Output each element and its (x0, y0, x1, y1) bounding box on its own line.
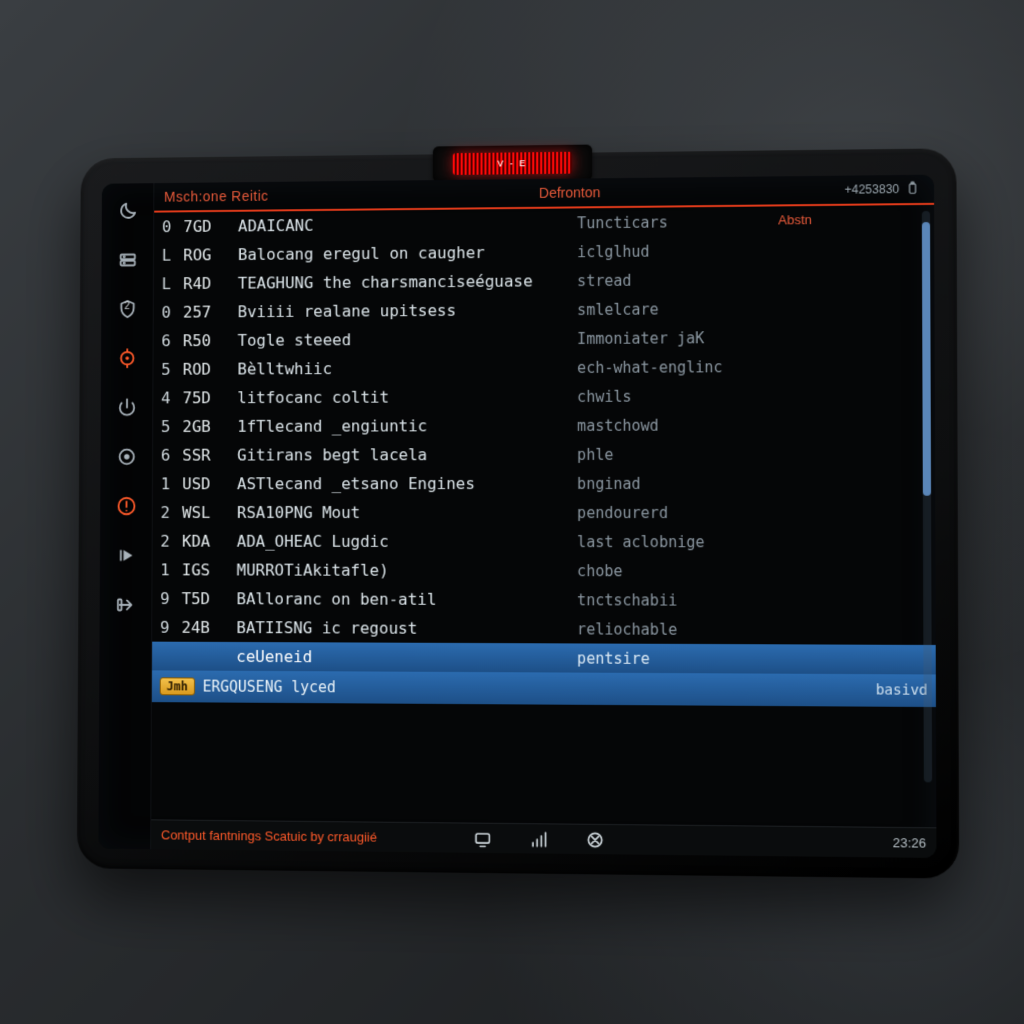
list-item[interactable]: 2WSLRSA10PNG Moutpendourerd (153, 498, 936, 527)
main-panel: Msch:one Reitic Defronton +4253830 Abstn… (151, 175, 936, 858)
list-item[interactable]: 2KDAADA_OHEAC Lugdiclast aclobnige (153, 527, 936, 557)
list-item[interactable]: 52GB1fTlecand _engiunticmastchowd (153, 410, 935, 441)
list-item[interactable]: 924BBATIISNG ic regoustreliochable (152, 613, 936, 645)
selected-label: ceUeneid (236, 647, 577, 668)
panel-title: Msch:one Reitic (164, 188, 269, 205)
power-icon[interactable] (113, 394, 140, 422)
list-item[interactable]: 5RODBèlltwhiicech-what-englinc (153, 351, 934, 384)
status-text: Contput fantnings Scatuic by crraugiié (161, 827, 377, 844)
disk-icon[interactable] (114, 246, 141, 274)
sidebar: 2 (98, 183, 154, 849)
warning-icon[interactable] (112, 492, 139, 520)
bottom-nav (473, 828, 606, 850)
list-item[interactable]: 475Dlitfocanc coltitchwils (153, 380, 935, 412)
active-task-row[interactable]: Jmh ERGQUSENG lyced basivd (152, 670, 936, 707)
top-led-housing: V - E (433, 145, 592, 183)
moon-icon[interactable] (114, 197, 141, 225)
cancel-icon[interactable] (585, 829, 605, 849)
shield-badge-count: 2 (124, 301, 129, 312)
record-icon[interactable] (113, 443, 140, 471)
list-item[interactable]: 6SSRGitirans begt lacelaphle (153, 439, 935, 469)
list-item[interactable]: 1IGSMURROTiAkitafle)chobe (152, 555, 935, 586)
list-item-selected[interactable]: ceUeneid pentsire (152, 642, 936, 675)
infotainment-device: V - E 2 (77, 148, 959, 878)
target-icon[interactable] (113, 344, 140, 372)
battery-icon (905, 180, 919, 197)
active-task-def: basivd (876, 682, 928, 699)
list-item[interactable]: 0257Bviiii realane upitsesssmlelcare (154, 293, 935, 327)
screen: 2 Msch:one Re (98, 175, 936, 858)
clock: 23:26 (893, 835, 927, 851)
skip-icon[interactable] (112, 542, 139, 570)
screen-icon[interactable] (473, 828, 493, 848)
list-item[interactable]: 6R50Togle steeedImmoniater jaK (154, 322, 935, 355)
active-task-title: ERGQUSENG lyced (202, 678, 335, 697)
scrollbar-thumb[interactable] (922, 222, 931, 495)
selected-def: pentsire (577, 649, 913, 669)
signal-icon[interactable] (529, 829, 549, 849)
definition-header: Defronton (539, 184, 600, 201)
share-icon[interactable] (112, 591, 139, 619)
list-item[interactable]: 1USDASTlecand _etsano Enginesbnginad (153, 468, 935, 498)
list-item[interactable]: 9T5DBAlloranc on ben-atiltnctschabii (152, 584, 935, 615)
code-list[interactable]: 07GDADAICANCTuncticars LROGBalocang ereg… (151, 205, 936, 827)
shield-icon[interactable]: 2 (113, 295, 140, 323)
top-led-display: V - E (453, 152, 572, 175)
status-code: +4253830 (845, 182, 900, 197)
active-task-badge: Jmh (160, 677, 195, 695)
